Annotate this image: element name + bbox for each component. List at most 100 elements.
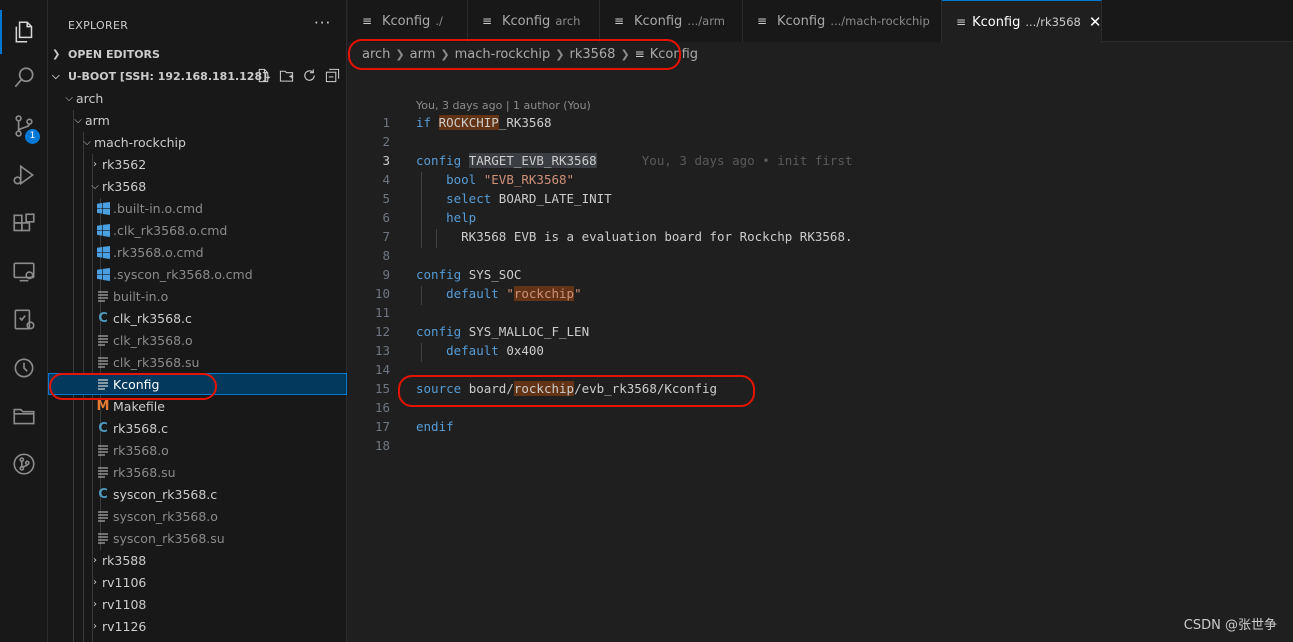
line-number: 14 [374, 362, 390, 377]
run-debug-icon[interactable] [0, 153, 48, 197]
tree-file[interactable]: .syscon_rk3568.o.cmd [48, 263, 347, 285]
text-file-icon [94, 508, 112, 524]
tree-label: mach-rockchip [94, 134, 186, 150]
line-number: 12 [374, 324, 390, 339]
chevron-down-icon: ⌵ [65, 92, 73, 104]
line-number: 7 [382, 229, 390, 244]
tree-file[interactable]: syscon_rk3568.su [48, 527, 347, 549]
line-number: 16 [374, 400, 390, 415]
tree-folder-rk3568[interactable]: ⌵ rk3568 [48, 175, 347, 197]
breadcrumb-item[interactable]: mach-rockchip [455, 47, 551, 62]
tree-file-kconfig-selected[interactable]: Kconfig [48, 373, 347, 395]
windows-cmd-icon [94, 222, 112, 238]
tab-kconfig-rk3568[interactable]: ≡ Kconfig .../rk3568 ✕ [942, 0, 1102, 43]
line-number: 8 [382, 248, 390, 263]
tree-file[interactable]: syscon_rk3568.o [48, 505, 347, 527]
c-file-icon: C [98, 486, 108, 502]
tab-kconfig-arch[interactable]: ≡ Kconfig arch [468, 0, 600, 42]
code-line-1: if ROCKCHIP_RK3568 [416, 115, 552, 130]
tree-file[interactable]: M Makefile [48, 395, 347, 417]
workspace-section[interactable]: ⌵ U-BOOT [SSH: 192.168.181.128] [48, 65, 347, 87]
code-line-17: endif [416, 419, 454, 434]
tree-file[interactable]: .clk_rk3568.o.cmd [48, 219, 347, 241]
path: /evb_rk3568/Kconfig [574, 381, 718, 396]
tree-folder-arch[interactable]: ⌵ arch [48, 87, 347, 109]
breadcrumb-item[interactable]: Kconfig [650, 47, 698, 62]
tree-label: rk3568.su [113, 464, 176, 480]
tree-file[interactable]: built-in.o [48, 285, 347, 307]
explorer-sidebar: EXPLORER ··· ❯ OPEN EDITORS ⌵ U-BOOT [SS… [48, 0, 347, 642]
c-file-icon: C [98, 420, 108, 436]
refresh-icon[interactable] [301, 67, 318, 84]
text-file-icon: ≡ [482, 14, 493, 28]
new-folder-icon[interactable] [278, 67, 295, 84]
close-icon[interactable]: ✕ [1089, 13, 1102, 31]
chevron-right-icon: ❯ [395, 47, 405, 61]
remote-explorer-icon[interactable] [0, 250, 48, 294]
text-file-icon [94, 530, 112, 546]
keyword: select [446, 191, 492, 206]
chevron-right-icon: ❯ [620, 47, 630, 61]
extensions-icon[interactable] [0, 202, 48, 246]
tree-folder-rv1126[interactable]: › rv1126 [48, 615, 347, 637]
tree-file[interactable]: .built-in.o.cmd [48, 197, 347, 219]
chevron-right-icon: › [93, 158, 97, 170]
breadcrumb-item[interactable]: rk3568 [569, 47, 615, 62]
tree-folder-rv1108[interactable]: › rv1108 [48, 593, 347, 615]
tab-description: .../mach-rockchip [830, 14, 930, 28]
tree-folder-mach-rockchip[interactable]: ⌵ mach-rockchip [48, 131, 347, 153]
tree-folder-rk3588[interactable]: › rk3588 [48, 549, 347, 571]
tab-description: .../rk3568 [1025, 15, 1081, 29]
tree-label: .clk_rk3568.o.cmd [113, 222, 228, 238]
keyword: config [416, 267, 462, 282]
collapse-all-icon[interactable] [324, 67, 341, 84]
tree-folder-arm[interactable]: ⌵ arm [48, 109, 347, 131]
chevron-right-icon: › [93, 554, 97, 566]
tree-folder-rv1106[interactable]: › rv1106 [48, 571, 347, 593]
open-editors-section[interactable]: ❯ OPEN EDITORS [48, 43, 347, 65]
tree-label: built-in.o [113, 288, 169, 304]
folder-icon[interactable] [0, 394, 48, 438]
explorer-icon[interactable] [0, 10, 48, 54]
chevron-down-icon: ⌵ [74, 114, 82, 126]
line-number: 18 [374, 438, 390, 453]
code-line-5: select BOARD_LATE_INIT [416, 191, 612, 206]
match-highlight: rockchip [513, 381, 575, 396]
tree-file[interactable]: C rk3568.c [48, 417, 347, 439]
line-number: 17 [374, 419, 390, 434]
text-file-icon: ≡ [634, 47, 645, 61]
tab-kconfig-mach-rockchip[interactable]: ≡ Kconfig .../mach-rockchip [743, 0, 942, 42]
git-graph-icon[interactable] [0, 442, 48, 486]
tab-kconfig-root[interactable]: ≡ Kconfig ./ [348, 0, 468, 42]
text-file-icon: ≡ [362, 14, 373, 28]
text-file-icon [94, 376, 112, 392]
timeline-icon[interactable] [0, 346, 48, 390]
tab-label: Kconfig [382, 13, 431, 29]
keyword: source [416, 381, 462, 396]
search-icon[interactable] [0, 56, 48, 100]
testing-icon[interactable] [0, 298, 48, 342]
new-file-icon[interactable] [255, 67, 272, 84]
breadcrumb-item[interactable]: arch [362, 47, 390, 62]
codelens-blame[interactable]: You, 3 days ago | 1 author (You) [416, 99, 591, 112]
text-file-icon: ≡ [757, 14, 768, 28]
source-control-icon[interactable]: 1 [0, 104, 48, 148]
identifier: SYS_SOC [468, 267, 522, 282]
tab-label: Kconfig [634, 13, 683, 29]
more-actions-icon[interactable]: ··· [314, 14, 331, 32]
tree-file[interactable]: rk3568.su [48, 461, 347, 483]
code-editor[interactable]: You, 3 days ago | 1 author (You) 1234567… [348, 65, 1293, 642]
tree-file[interactable]: C clk_rk3568.c [48, 307, 347, 329]
tree-file[interactable]: clk_rk3568.o [48, 329, 347, 351]
keyword: bool [446, 172, 477, 187]
tree-folder-rk3562[interactable]: › rk3562 [48, 153, 347, 175]
tree-label: rk3588 [102, 552, 147, 568]
breadcrumb-item[interactable]: arm [410, 47, 436, 62]
number: 0x400 [506, 343, 544, 358]
tree-file[interactable]: rk3568.o [48, 439, 347, 461]
tree-file[interactable]: C syscon_rk3568.c [48, 483, 347, 505]
tree-file[interactable]: clk_rk3568.su [48, 351, 347, 373]
tab-kconfig-arm[interactable]: ≡ Kconfig .../arm [600, 0, 743, 42]
tree-file[interactable]: .rk3568.o.cmd [48, 241, 347, 263]
line-number: 3 [382, 153, 390, 168]
